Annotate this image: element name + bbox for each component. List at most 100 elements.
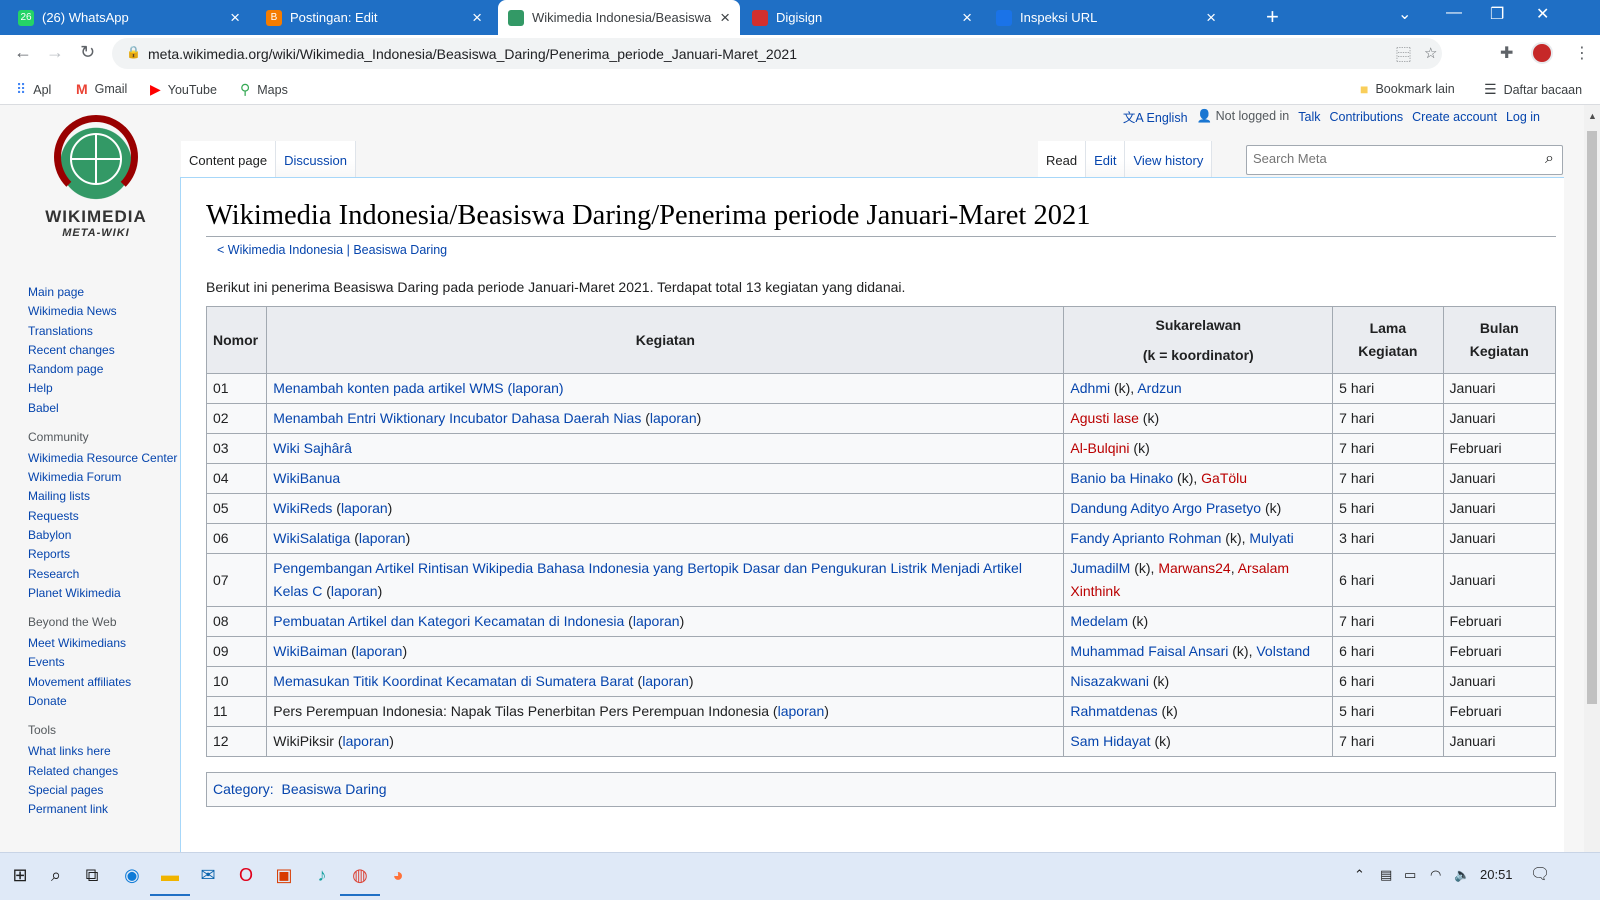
translate-icon[interactable]: ⿳ (1396, 44, 1411, 65)
new-tab-button[interactable]: + (1266, 4, 1279, 30)
wiki-link[interactable]: ( (504, 380, 513, 396)
minimize-button[interactable]: — (1446, 4, 1462, 22)
edge-icon[interactable]: ◉ (120, 863, 144, 887)
wiki-link[interactable]: Menambah konten pada artikel WMS (273, 380, 503, 396)
address-bar[interactable]: 🔒 meta.wikimedia.org/wiki/Wikimedia_Indo… (112, 38, 1442, 69)
search-input[interactable] (1253, 151, 1523, 166)
close-tab-icon[interactable]: × (962, 8, 972, 28)
wiki-link[interactable]: WikiReds (273, 500, 332, 516)
wiki-link[interactable]: Pembuatan Artikel dan Kategori Kecamatan… (273, 613, 624, 629)
wiki-link[interactable]: Menambah Entri Wiktionary Incubator Daha… (273, 410, 641, 426)
sidebar-link[interactable]: Requests (28, 507, 178, 526)
close-window-button[interactable]: ✕ (1536, 4, 1549, 24)
wiki-link[interactable]: Agusti lase (1070, 410, 1138, 426)
tab-view-history[interactable]: View history (1125, 141, 1213, 181)
bookmark-youtube[interactable]: ▶ YouTube (150, 81, 217, 98)
mail-icon[interactable]: ✉ (196, 863, 220, 887)
wiki-link[interactable]: laporan (512, 380, 559, 396)
sidebar-link[interactable]: Help (28, 379, 178, 398)
wiki-link[interactable]: JumadilM (1070, 560, 1130, 576)
wiki-link[interactable]: Banio ba Hinako (1070, 470, 1173, 486)
wiki-link[interactable]: Mulyati (1249, 530, 1293, 546)
close-tab-icon[interactable]: × (230, 8, 240, 28)
wiki-link[interactable]: Fandy Aprianto Rohman (1070, 530, 1221, 546)
sidebar-link[interactable]: Meet Wikimedians (28, 634, 178, 653)
wiki-link[interactable]: Muhammad Faisal Ansari (1070, 643, 1228, 659)
reading-list[interactable]: ☰ Daftar bacaan (1484, 81, 1582, 98)
scroll-thumb[interactable] (1587, 131, 1597, 704)
close-tab-icon[interactable]: × (1206, 8, 1216, 28)
windows-start-icon[interactable]: ⊞ (8, 863, 32, 887)
volume-icon[interactable]: 🔈 (1454, 867, 1470, 883)
wiki-link[interactable]: laporan (341, 500, 388, 516)
wiki-link[interactable]: laporan (633, 613, 680, 629)
sidebar-link[interactable]: Movement affiliates (28, 673, 178, 692)
menu-kebab-icon[interactable]: ⋮ (1574, 43, 1590, 63)
chrome-icon[interactable]: ◍ (340, 863, 380, 896)
close-tab-icon[interactable]: × (472, 8, 482, 28)
wiki-link[interactable]: Al-Bulqini (1070, 440, 1129, 456)
search-icon[interactable]: ⌕ (1545, 150, 1554, 168)
wiki-link[interactable]: laporan (650, 410, 697, 426)
close-tab-icon[interactable]: × (720, 8, 730, 28)
lock-icon[interactable]: 🔒 (126, 45, 141, 59)
sidebar-link[interactable]: Permanent link (28, 800, 178, 819)
opera-icon[interactable]: O (234, 863, 258, 887)
wiki-link[interactable]: Volstand (1256, 643, 1310, 659)
language-selector[interactable]: 文A English (1123, 107, 1188, 126)
wiki-link[interactable]: WikiSalatiga (273, 530, 350, 546)
sidebar-link[interactable]: Translations (28, 322, 178, 341)
tab-edit[interactable]: Edit (1086, 141, 1126, 181)
battery-icon[interactable]: ▭ (1404, 867, 1416, 883)
sidebar-link[interactable]: Donate (28, 692, 178, 711)
bookmark-maps[interactable]: ⚲ Maps (240, 81, 288, 98)
bookmark-gmail[interactable]: M Gmail (76, 81, 127, 97)
wiki-link[interactable]: Memasukan Titik Koordinat Kecamatan di S… (273, 673, 633, 689)
wiki-link[interactable]: Marwans24 (1158, 560, 1230, 576)
wiki-link[interactable]: WikiBanua (273, 470, 340, 486)
bookmark-apl[interactable]: ⠿ Apl (16, 81, 51, 98)
maximize-button[interactable]: ❐ (1490, 4, 1504, 24)
browser-tab[interactable]: B Postingan: Edit × (256, 0, 492, 35)
bookmark-other-folder[interactable]: ■ Bookmark lain (1360, 81, 1455, 97)
breadcrumb-link-wikimedia-indonesia[interactable]: Wikimedia Indonesia (228, 243, 343, 257)
sidebar-link[interactable]: Special pages (28, 781, 178, 800)
sidebar-link[interactable]: Wikimedia Forum (28, 468, 178, 487)
breadcrumb-link-beasiswa-daring[interactable]: Beasiswa Daring (353, 243, 447, 257)
show-hidden-icons-icon[interactable]: ⌃ (1354, 867, 1365, 883)
login-link[interactable]: Log in (1506, 110, 1540, 124)
tab-read[interactable]: Read (1038, 141, 1087, 181)
wiki-link[interactable]: Pengembangan Artikel Rintisan Wikipedia … (273, 560, 1022, 599)
wiki-link[interactable]: GaTölu (1201, 470, 1247, 486)
tab-search-icon[interactable]: ⌄ (1398, 4, 1411, 24)
category-beasiswa-daring-link[interactable]: Beasiswa Daring (281, 781, 386, 797)
wiki-link[interactable]: WikiBaiman (273, 643, 347, 659)
sidebar-link[interactable]: Babylon (28, 526, 178, 545)
page-scrollbar[interactable]: ▲ ▼ (1584, 105, 1600, 870)
bookmark-star-icon[interactable]: ☆ (1424, 44, 1437, 62)
wiki-link[interactable]: ) (559, 380, 564, 396)
browser-tab[interactable]: Digisign × (742, 0, 982, 35)
office-icon[interactable]: ▣ (272, 863, 296, 887)
create-account-link[interactable]: Create account (1412, 110, 1497, 124)
url-text[interactable]: meta.wikimedia.org/wiki/Wikimedia_Indone… (148, 46, 797, 62)
sidebar-link[interactable]: Related changes (28, 762, 178, 781)
wiki-link[interactable]: Nisazakwani (1070, 673, 1149, 689)
wiki-link[interactable]: laporan (356, 643, 403, 659)
browser-tab[interactable]: Inspeksi URL × (986, 0, 1226, 35)
sidebar-link[interactable]: What links here (28, 742, 178, 761)
wiki-link[interactable]: Adhmi (1070, 380, 1110, 396)
wiki-link[interactable]: Dandung Adityo Argo Prasetyo (1070, 500, 1261, 516)
wiki-link[interactable]: laporan (343, 733, 390, 749)
talk-link[interactable]: Talk (1298, 110, 1320, 124)
wiki-link[interactable]: laporan (331, 583, 378, 599)
sidebar-link[interactable]: Main page (28, 283, 178, 302)
forward-button[interactable]: → (46, 42, 64, 63)
firefox-icon[interactable]: ◕ (386, 863, 410, 887)
app-icon[interactable]: ♪ (310, 863, 334, 887)
sidebar-link[interactable]: Wikimedia Resource Center (28, 449, 178, 468)
notifications-icon[interactable]: 🗨 (1530, 864, 1550, 884)
file-explorer-icon[interactable]: ▬ (150, 863, 190, 896)
browser-tab[interactable]: Wikimedia Indonesia/Beasiswa D × (498, 0, 740, 35)
sidebar-link[interactable]: Babel (28, 399, 178, 418)
